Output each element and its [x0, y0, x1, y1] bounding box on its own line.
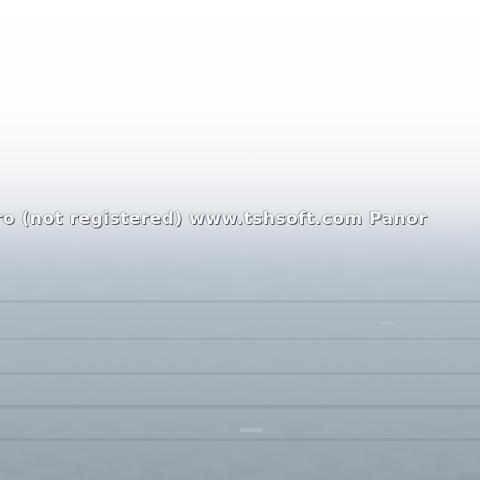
landscape-photo: ro (not registered) www.tshsoft.com Pano… — [0, 0, 480, 480]
terrain-texture — [0, 0, 480, 480]
watermark-text: ro (not registered) www.tshsoft.com Pano… — [0, 209, 428, 229]
